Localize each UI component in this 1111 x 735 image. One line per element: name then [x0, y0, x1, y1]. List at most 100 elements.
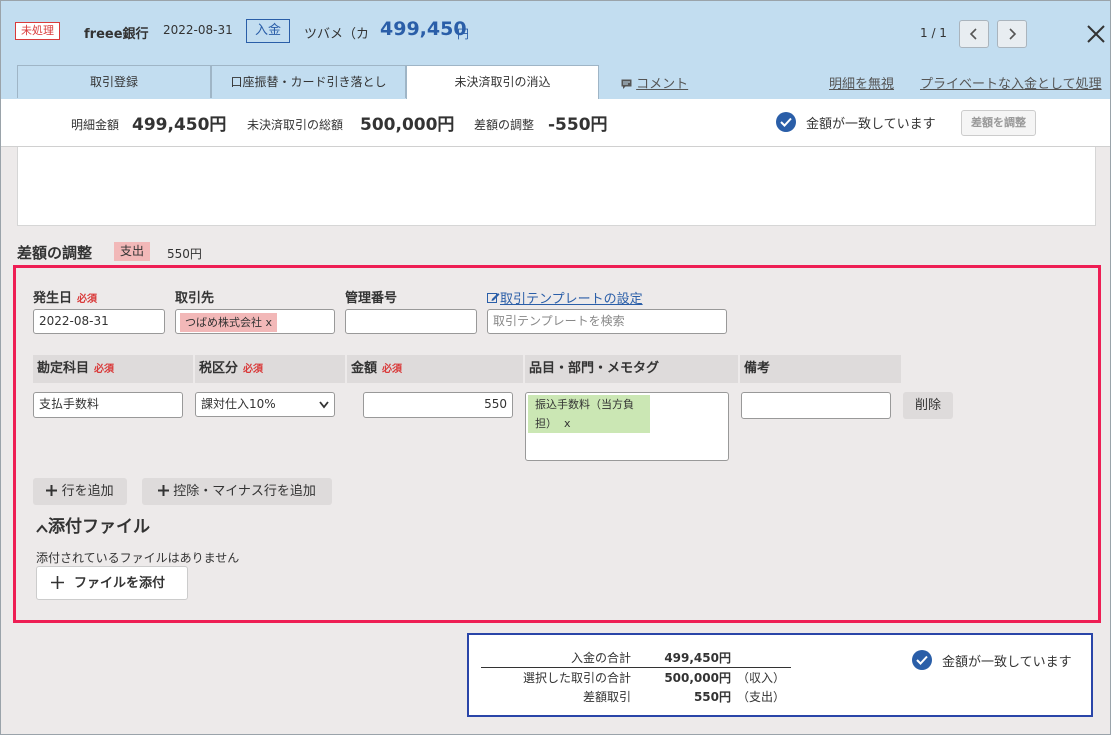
- tab-label: 取引登録: [89, 75, 138, 89]
- required-mark: 必須: [77, 294, 98, 305]
- required-mark: 必須: [243, 364, 264, 375]
- required-mark: 必須: [382, 364, 403, 375]
- difference-value: 550円: [693, 690, 731, 704]
- add-row-button[interactable]: 行を追加: [33, 478, 127, 505]
- status-badge: 未処理: [15, 22, 60, 40]
- chevron-right-icon: [1009, 28, 1017, 40]
- difference-type: （支出）: [737, 690, 786, 704]
- statement-date: 2022-08-31: [163, 23, 233, 37]
- template-search-input[interactable]: 取引テンプレートを検索: [487, 309, 727, 334]
- statement-amount-label: 明細金額: [71, 118, 120, 132]
- note-input[interactable]: [741, 392, 891, 419]
- selected-total-value: 500,000円: [664, 671, 731, 685]
- attach-file-label: ファイルを添付: [74, 576, 166, 591]
- unsettled-list-box: [17, 147, 1096, 226]
- account-input[interactable]: 支払手数料: [33, 392, 183, 418]
- close-icon: [1087, 25, 1105, 43]
- amount-input[interactable]: 550: [363, 392, 513, 418]
- no-attachments-text: 添付されているファイルはありません: [36, 551, 240, 565]
- chevron-up-icon: [36, 524, 48, 533]
- adjust-difference-button[interactable]: 差額を調整: [961, 110, 1036, 136]
- tab-transfer-card[interactable]: 口座振替・カード引き落とし: [211, 65, 406, 98]
- edit-icon: [487, 293, 500, 303]
- totals-match-text: 金額が一致しています: [942, 655, 1072, 670]
- delete-row-button[interactable]: 削除: [903, 392, 953, 419]
- memo-tag-chip: 振込手数料（当方負 担） x: [528, 395, 650, 433]
- add-minus-row-label: 控除・マイナス行を追加: [173, 484, 316, 499]
- amount-match-text: 金額が一致しています: [806, 117, 936, 132]
- adjustment-form-panel: 発生日 必須 取引先 管理番号 取引テンプレートの設定 2022-08-31 つば…: [13, 265, 1101, 623]
- plus-icon: [158, 485, 170, 496]
- chevron-down-icon: [319, 401, 329, 409]
- amount-column-header: 金額 必須: [347, 355, 523, 383]
- date-input[interactable]: 2022-08-31: [33, 309, 165, 334]
- statement-amount: 499,450: [380, 18, 467, 40]
- date-label-text: 発生日: [33, 291, 73, 306]
- tab-settle-unsettled[interactable]: 未決済取引の消込: [406, 65, 599, 99]
- next-button[interactable]: [997, 20, 1027, 48]
- note-column-header: 備考: [740, 355, 901, 383]
- tax-select-value: 課対仕入10%: [201, 397, 276, 411]
- partner-chip: つばめ株式会社 x: [180, 313, 278, 332]
- unsettled-total-label: 未決済取引の総額: [247, 118, 344, 132]
- account-column-header: 勘定科目 必須: [33, 355, 193, 383]
- totals-box: 入金の合計 499,450円 選択した取引の合計 500,000円 （収入） 差…: [467, 633, 1093, 717]
- adjustment-title: 差額の調整: [17, 244, 93, 262]
- unsettled-total-value: 500,000円: [360, 115, 455, 135]
- deposit-total-label: 入金の合計: [570, 651, 631, 665]
- expense-tag: 支出: [114, 242, 151, 261]
- add-row-label: 行を追加: [61, 484, 114, 499]
- statement-partner: ツバメ（カ: [304, 27, 370, 42]
- template-settings-link[interactable]: 取引テンプレートの設定: [487, 288, 643, 307]
- deposit-detail-dialog: 未処理 freee銀行 2022-08-31 入金 ツバメ（カ 499,450 …: [0, 0, 1111, 735]
- partner-chip-remove[interactable]: x: [266, 316, 273, 329]
- bank-name: freee銀行: [84, 27, 149, 42]
- plus-icon: [51, 576, 64, 589]
- attachments-title: 添付ファイル: [48, 517, 150, 537]
- required-mark: 必須: [94, 364, 115, 375]
- comment-label: コメント: [636, 77, 689, 92]
- summary-bar: 明細金額 499,450円 未決済取引の総額 500,000円 差額の調整 -5…: [1, 99, 1110, 147]
- adjustment-value: -550円: [548, 115, 608, 135]
- tab-label: 口座振替・カード引き落とし: [230, 75, 387, 89]
- tab-label: 未決済取引の消込: [454, 75, 551, 89]
- tax-column-header: 税区分 必須: [195, 355, 345, 383]
- private-deposit-link[interactable]: プライベートな入金として処理: [920, 73, 1102, 92]
- tags-input[interactable]: 振込手数料（当方負 担） x: [525, 392, 729, 461]
- selected-total-type: （収入）: [737, 671, 786, 685]
- add-minus-row-button[interactable]: 控除・マイナス行を追加: [142, 478, 332, 505]
- management-number-input[interactable]: [345, 309, 477, 334]
- comment-link[interactable]: コメント: [621, 73, 688, 92]
- template-settings-label: 取引テンプレートの設定: [500, 292, 643, 307]
- amount-header-text: 金額: [351, 361, 378, 376]
- memo-tag-remove[interactable]: x: [564, 417, 571, 430]
- dialog-header: 未処理 freee銀行 2022-08-31 入金 ツバメ（カ 499,450 …: [1, 1, 1110, 99]
- check-circle-icon: [776, 112, 796, 132]
- deposit-total-value: 499,450円: [664, 651, 731, 665]
- attachments-toggle[interactable]: 添付ファイル: [36, 512, 150, 537]
- adjustment-label: 差額の調整: [474, 118, 535, 132]
- comment-icon: [621, 79, 632, 89]
- ignore-statement-link[interactable]: 明細を無視: [829, 73, 894, 92]
- deposit-type-badge: 入金: [246, 19, 291, 43]
- partner-chip-label: つばめ株式会社: [185, 316, 262, 329]
- account-header-text: 勘定科目: [37, 361, 90, 376]
- adjustment-amount: 550円: [167, 247, 202, 261]
- tax-select[interactable]: 課対仕入10%: [195, 392, 335, 417]
- plus-icon: [46, 485, 58, 496]
- selected-total-label: 選択した取引の合計: [522, 671, 631, 685]
- statement-amount-unit: 円: [457, 27, 470, 41]
- tags-column-header: 品目・部門・メモタグ: [525, 355, 738, 383]
- tab-register-transaction[interactable]: 取引登録: [17, 65, 211, 98]
- attach-file-button[interactable]: ファイルを添付: [36, 566, 188, 600]
- check-circle-icon: [912, 650, 932, 670]
- date-label: 発生日 必須: [33, 287, 97, 306]
- previous-button[interactable]: [959, 20, 989, 48]
- management-number-label: 管理番号: [345, 291, 398, 306]
- chevron-left-icon: [969, 28, 977, 40]
- statement-amount-value: 499,450円: [132, 115, 227, 135]
- partner-label: 取引先: [175, 291, 215, 306]
- close-button[interactable]: [1083, 21, 1109, 47]
- partner-input[interactable]: つばめ株式会社 x: [175, 309, 335, 334]
- tax-header-text: 税区分: [199, 361, 239, 376]
